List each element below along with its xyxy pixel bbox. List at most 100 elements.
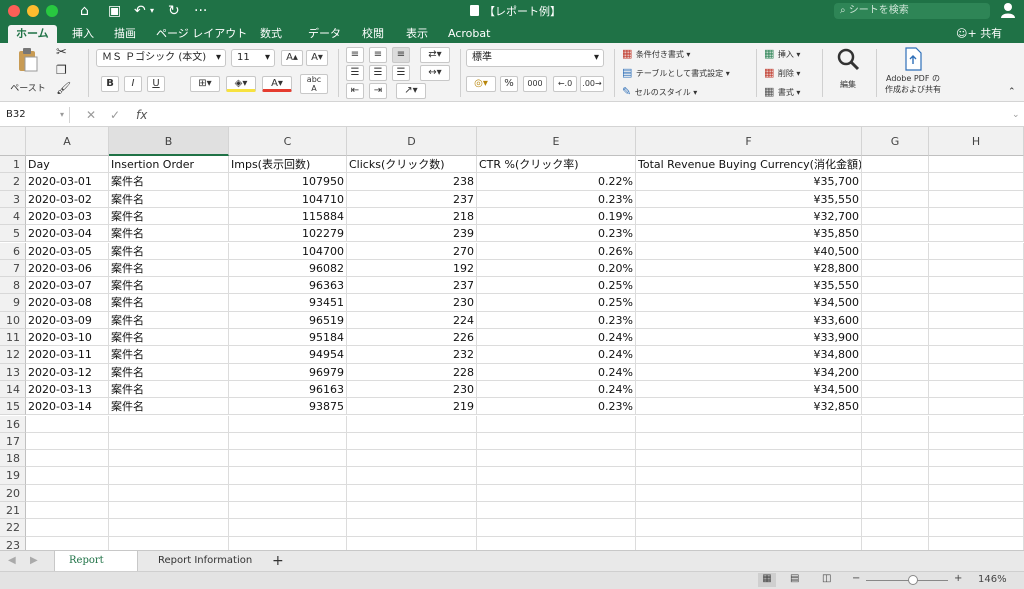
table-cell[interactable]: 238 — [347, 173, 477, 191]
table-cell[interactable]: 2020-03-10 — [26, 329, 109, 347]
table-cell[interactable]: 2020-03-13 — [26, 380, 109, 399]
row-header[interactable]: 14 — [0, 380, 26, 399]
row-header[interactable]: 7 — [0, 259, 26, 278]
table-cell[interactable] — [929, 363, 1024, 381]
column-header[interactable]: B — [109, 127, 229, 156]
table-cell[interactable]: 案件名 — [109, 277, 229, 295]
row-header[interactable]: 6 — [0, 242, 26, 260]
sheet-tab-report-information[interactable]: Report Information — [144, 551, 266, 571]
table-cell[interactable] — [929, 380, 1024, 399]
table-cell[interactable]: ¥34,800 — [636, 346, 862, 364]
table-cell[interactable]: 104710 — [229, 190, 347, 208]
table-cell[interactable] — [347, 467, 477, 485]
table-cell[interactable]: 0.26% — [477, 242, 636, 260]
align-middle-icon[interactable]: ≡ — [369, 47, 387, 63]
table-cell[interactable] — [862, 156, 929, 174]
table-cell[interactable] — [347, 415, 477, 433]
decrease-font-size-icon[interactable]: A▾ — [306, 50, 328, 66]
table-cell[interactable] — [477, 450, 636, 468]
table-cell[interactable] — [109, 519, 229, 537]
sheet-tab-report-data[interactable]: Report Data — [54, 551, 138, 586]
borders-icon[interactable]: ⊞▾ — [190, 76, 220, 92]
zoom-level[interactable]: 146% — [978, 574, 1007, 585]
fill-color-icon[interactable]: ◈▾ — [226, 76, 256, 92]
row-header[interactable]: 2 — [0, 173, 26, 191]
table-cell[interactable]: 0.22% — [477, 173, 636, 191]
table-cell[interactable]: 0.23% — [477, 225, 636, 243]
table-cell[interactable]: 239 — [347, 225, 477, 243]
table-cell[interactable] — [862, 398, 929, 416]
table-cell[interactable]: ¥33,900 — [636, 329, 862, 347]
table-cell[interactable]: ¥35,550 — [636, 190, 862, 208]
table-cell[interactable]: 2020-03-11 — [26, 346, 109, 364]
table-cell[interactable]: 96363 — [229, 277, 347, 295]
table-cell[interactable] — [929, 519, 1024, 537]
confirm-icon[interactable]: ✓ — [110, 107, 120, 123]
table-cell[interactable] — [862, 329, 929, 347]
table-cell[interactable]: ¥34,200 — [636, 363, 862, 381]
table-cell[interactable]: 案件名 — [109, 173, 229, 191]
tab-data[interactable]: データ — [300, 25, 349, 43]
row-header[interactable]: 5 — [0, 225, 26, 243]
table-cell[interactable]: 218 — [347, 207, 477, 226]
table-cell[interactable]: 219 — [347, 398, 477, 416]
table-cell[interactable]: 0.25% — [477, 294, 636, 312]
bold-button[interactable]: B — [101, 76, 119, 92]
table-cell[interactable]: 案件名 — [109, 225, 229, 243]
table-cell[interactable] — [229, 519, 347, 537]
table-cell[interactable]: 93875 — [229, 398, 347, 416]
table-cell[interactable] — [929, 432, 1024, 451]
row-header[interactable]: 16 — [0, 415, 26, 433]
table-cell[interactable]: ¥40,500 — [636, 242, 862, 260]
row-header[interactable]: 1 — [0, 156, 26, 174]
table-cell[interactable] — [929, 467, 1024, 485]
table-cell[interactable] — [862, 346, 929, 364]
table-cell[interactable] — [862, 294, 929, 312]
expand-formula-bar-icon[interactable]: ⌄ — [1012, 107, 1020, 123]
column-header[interactable]: F — [636, 127, 862, 156]
column-header[interactable]: G — [862, 127, 929, 156]
table-cell[interactable] — [862, 432, 929, 451]
table-cell[interactable] — [347, 484, 477, 502]
table-cell[interactable] — [862, 450, 929, 468]
table-cell[interactable]: ¥35,550 — [636, 277, 862, 295]
table-cell[interactable]: 案件名 — [109, 346, 229, 364]
home-icon[interactable]: ⌂ — [80, 2, 89, 20]
table-cell[interactable] — [477, 432, 636, 451]
row-header[interactable]: 10 — [0, 311, 26, 329]
sheet-search-input[interactable]: ⌕ シートを検索 — [834, 3, 990, 19]
table-cell[interactable] — [862, 363, 929, 381]
tab-view[interactable]: 表示 — [398, 25, 436, 43]
table-cell[interactable]: 2020-03-12 — [26, 363, 109, 381]
row-header[interactable]: 11 — [0, 329, 26, 347]
table-cell[interactable] — [929, 156, 1024, 174]
table-header-cell[interactable]: Total Revenue Buying Currency(消化金額) — [636, 156, 862, 174]
table-cell[interactable] — [862, 519, 929, 537]
table-cell[interactable] — [929, 294, 1024, 312]
table-cell[interactable]: 2020-03-04 — [26, 225, 109, 243]
column-header[interactable]: E — [477, 127, 636, 156]
font-color-icon[interactable]: A▾ — [262, 76, 292, 92]
table-cell[interactable] — [862, 311, 929, 329]
table-cell[interactable]: 115884 — [229, 207, 347, 226]
table-header-cell[interactable]: Imps(表示回数) — [229, 156, 347, 174]
column-header[interactable]: C — [229, 127, 347, 156]
minimize-window-button[interactable] — [27, 5, 39, 17]
align-left-icon[interactable]: ☰ — [346, 65, 364, 81]
page-break-view-icon[interactable]: ◫ — [822, 573, 831, 584]
table-cell[interactable]: 0.24% — [477, 329, 636, 347]
insert-function-button[interactable]: fx — [136, 107, 147, 123]
table-cell[interactable]: ¥35,850 — [636, 225, 862, 243]
table-cell[interactable] — [477, 467, 636, 485]
table-cell[interactable] — [636, 432, 862, 451]
table-cell[interactable]: 2020-03-09 — [26, 311, 109, 329]
table-cell[interactable]: 94954 — [229, 346, 347, 364]
format-cells-button[interactable]: ▦ 書式 ▾ — [764, 85, 800, 98]
table-cell[interactable] — [26, 467, 109, 485]
row-header[interactable]: 12 — [0, 346, 26, 364]
row-header[interactable]: 17 — [0, 432, 26, 451]
merge-cells-icon[interactable]: ↔▾ — [420, 65, 450, 81]
column-header[interactable]: H — [929, 127, 1024, 156]
tab-acrobat[interactable]: Acrobat — [440, 25, 498, 43]
table-cell[interactable] — [929, 173, 1024, 191]
